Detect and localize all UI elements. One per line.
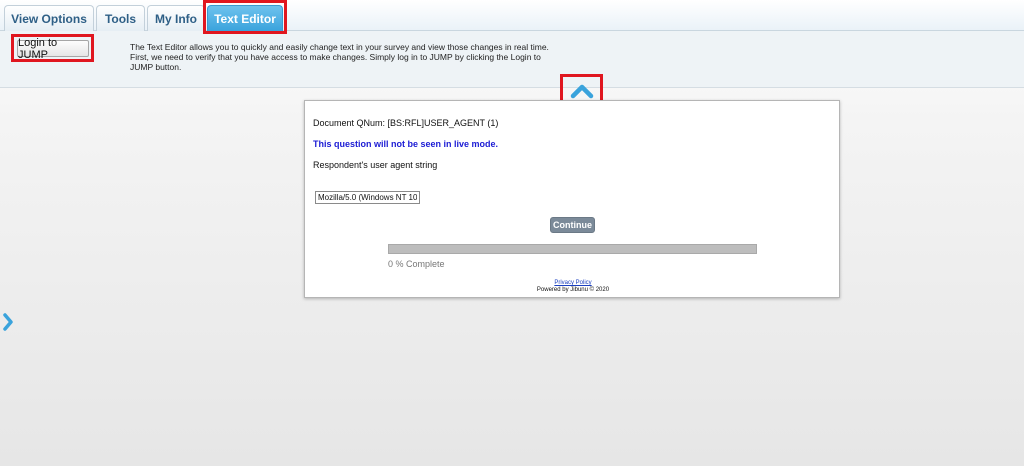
text-editor-panel: View Options Tools My Info Text Editor L… [0, 0, 1024, 88]
user-agent-input[interactable] [315, 191, 420, 204]
question-text: Respondent's user agent string [313, 160, 438, 170]
privacy-policy-link[interactable]: Privacy Policy [305, 280, 841, 286]
powered-by-footer: Powered by Jibunu © 2020 [536, 287, 610, 293]
survey-card: Document QNum: [BS:RFL]USER_AGENT (1) Th… [304, 100, 840, 298]
progress-bar [388, 244, 757, 254]
progress-label: 0 % Complete [388, 259, 445, 269]
live-mode-notice: This question will not be seen in live m… [313, 139, 499, 149]
tab-tools[interactable]: Tools [96, 5, 145, 31]
tab-view-options[interactable]: View Options [4, 5, 94, 31]
login-to-jump-button[interactable]: Login to JUMP [17, 37, 89, 61]
chevron-right-icon [3, 313, 13, 331]
text-editor-intro: The Text Editor allows you to quickly an… [130, 42, 549, 72]
tab-bar: View Options Tools My Info Text Editor [0, 0, 1024, 31]
side-expand-button[interactable] [2, 312, 14, 337]
continue-button[interactable]: Continue [550, 217, 595, 233]
tab-my-info[interactable]: My Info [147, 5, 205, 31]
question-number: Document QNum: [BS:RFL]USER_AGENT (1) [313, 118, 499, 128]
tab-text-editor[interactable]: Text Editor [207, 5, 283, 31]
chevron-up-icon [570, 84, 593, 98]
